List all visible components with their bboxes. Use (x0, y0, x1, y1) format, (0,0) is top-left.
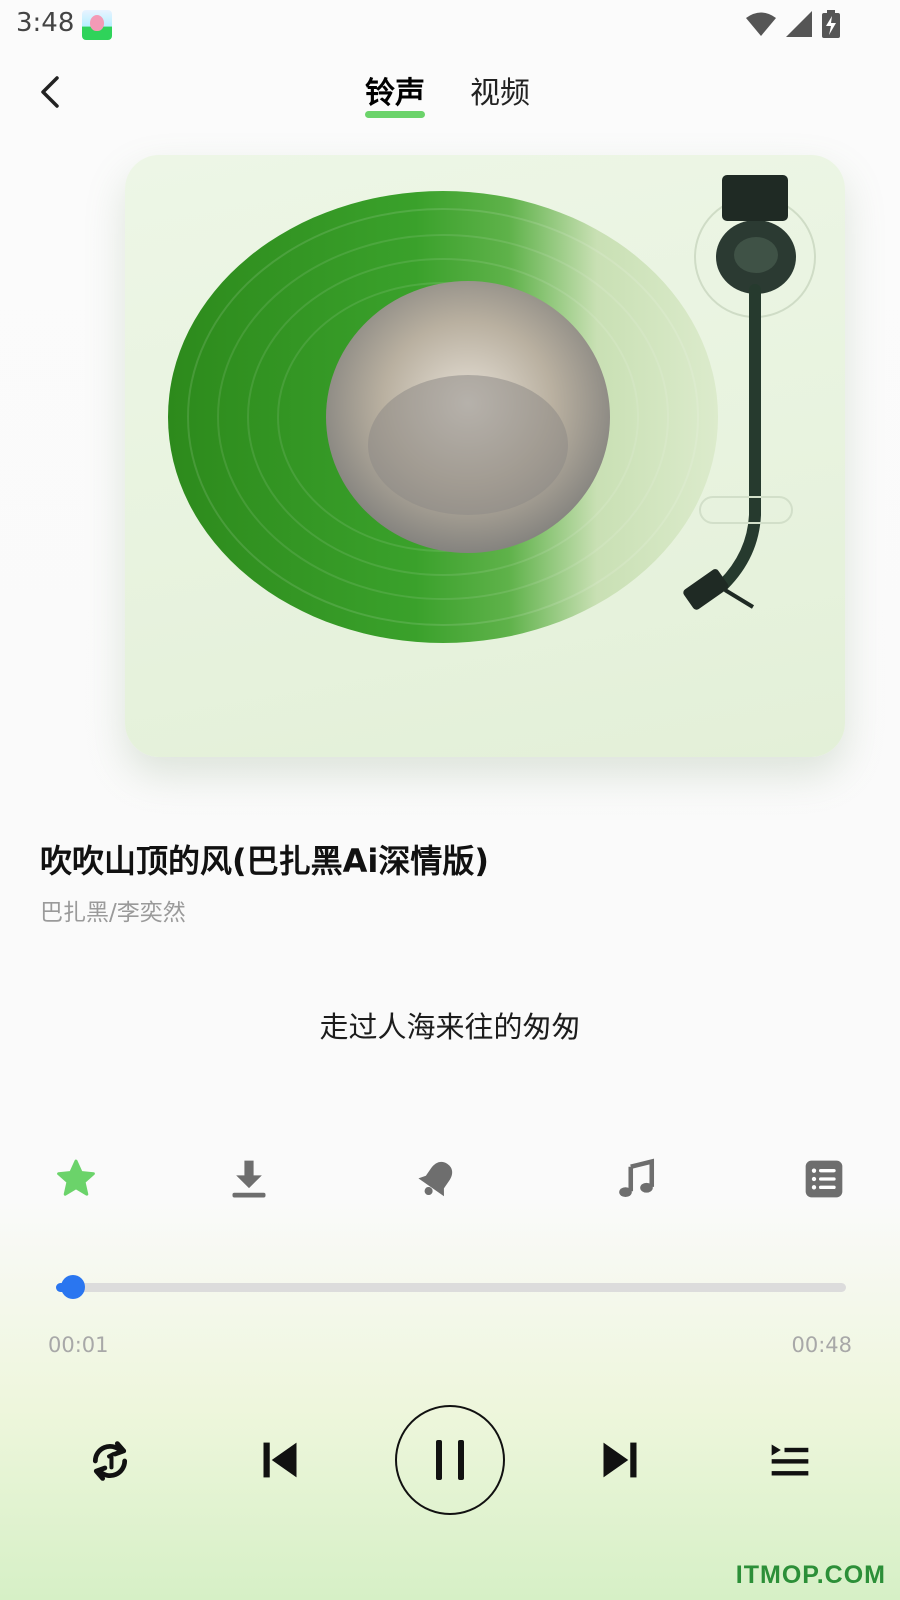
active-tab-indicator (365, 111, 425, 118)
list-button[interactable] (800, 1155, 848, 1203)
signal-icon (786, 11, 812, 37)
download-button[interactable] (225, 1155, 273, 1203)
music-button[interactable] (612, 1155, 660, 1203)
previous-button[interactable] (255, 1435, 305, 1485)
back-arrow-icon (41, 76, 59, 108)
header: 铃声 视频 (0, 62, 900, 126)
tab-ringtone-label: 铃声 (365, 76, 425, 111)
bell-icon (418, 1161, 453, 1197)
download-icon (232, 1160, 266, 1198)
back-button[interactable] (28, 70, 72, 114)
status-time: 3:48 (16, 8, 75, 38)
watermark: ITMOP.COM (735, 1561, 886, 1589)
playlist-button[interactable] (766, 1437, 814, 1485)
status-icons (746, 10, 840, 38)
list-icon (805, 1160, 843, 1198)
wifi-icon (746, 12, 776, 36)
tab-video-label: 视频 (470, 76, 530, 111)
repeat-icon (92, 1441, 128, 1481)
tab-video[interactable]: 视频 (470, 68, 530, 112)
next-icon (603, 1442, 637, 1478)
vinyl-record (168, 175, 816, 643)
music-note-icon (619, 1158, 655, 1198)
progress-bar[interactable] (56, 1275, 846, 1299)
set-ringtone-button[interactable] (413, 1155, 461, 1203)
previous-icon (263, 1442, 297, 1478)
current-time: 00:01 (48, 1333, 109, 1357)
action-row (0, 1158, 900, 1210)
current-lyric: 走过人海来往的匆匆 (319, 1010, 581, 1044)
pause-icon (436, 1440, 464, 1480)
playback-controls (0, 1405, 900, 1517)
battery-charging-icon (822, 10, 840, 38)
next-button[interactable] (595, 1435, 645, 1485)
star-icon (57, 1159, 95, 1196)
tab-ringtone[interactable]: 铃声 (365, 68, 425, 118)
favorite-button[interactable] (52, 1155, 100, 1203)
status-bar: 3:48 (0, 0, 900, 48)
total-time: 00:48 (791, 1333, 852, 1357)
repeat-button[interactable] (86, 1437, 134, 1485)
turntable-artwork (125, 155, 845, 757)
app-icon (82, 10, 112, 40)
playlist-icon (771, 1444, 809, 1476)
song-artist: 巴扎黑/李奕然 (40, 900, 186, 926)
song-title: 吹吹山顶的风(巴扎黑Ai深情版) (40, 842, 489, 880)
progress-thumb[interactable] (60, 1275, 85, 1299)
pause-button[interactable] (395, 1405, 505, 1515)
